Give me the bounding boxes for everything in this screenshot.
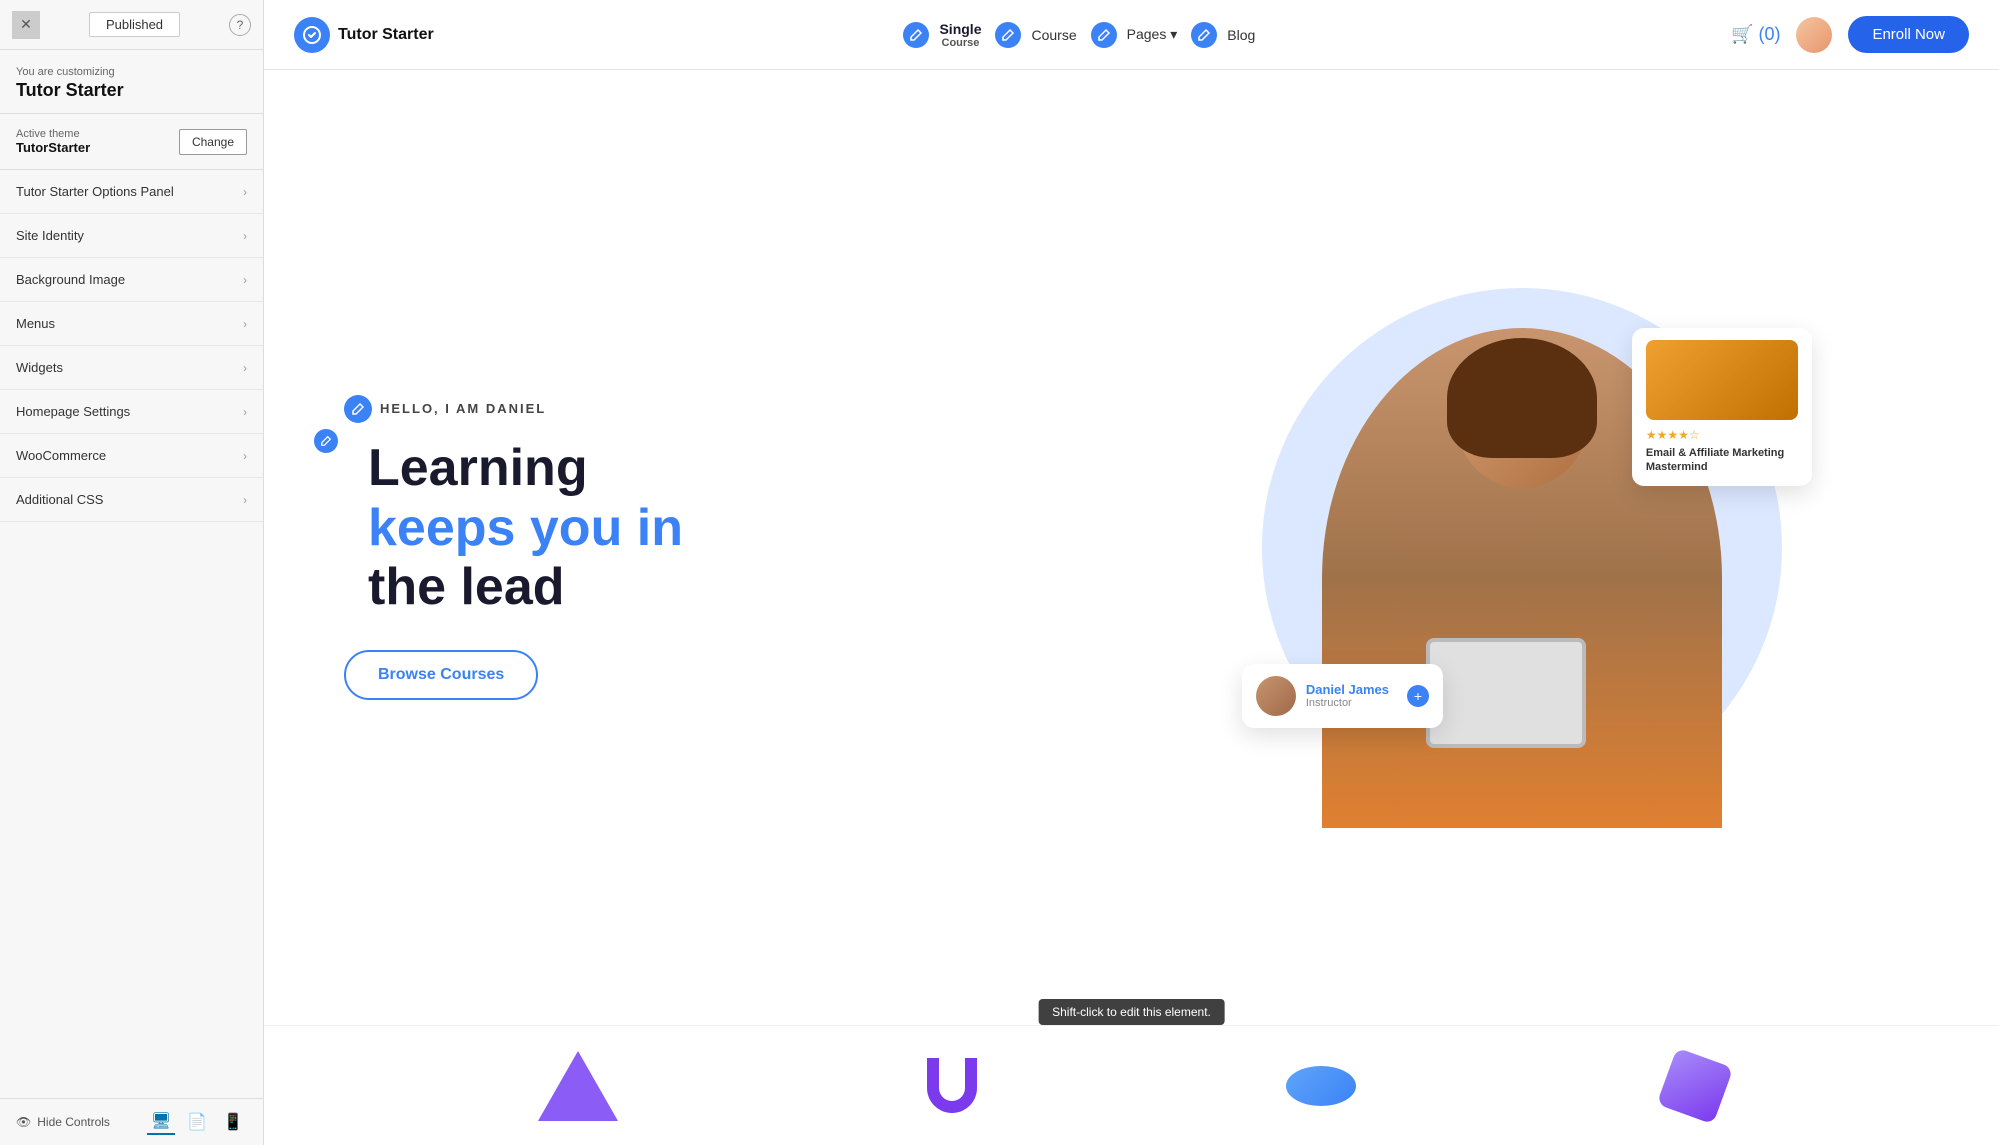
- brand: Tutor Starter: [294, 17, 434, 53]
- tablet: [1426, 638, 1586, 748]
- nav-single-course-edit[interactable]: [903, 22, 929, 48]
- nav-item-site-identity[interactable]: Site Identity ›: [0, 214, 263, 258]
- hero-section: HELLO, I AM DANIEL Learning keeps you in…: [264, 70, 1999, 1025]
- help-button[interactable]: ?: [229, 14, 251, 36]
- theme-section: Active theme TutorStarter Change: [0, 114, 263, 170]
- nav-item-widgets[interactable]: Widgets ›: [0, 346, 263, 390]
- bottom-bar: 👁 Hide Controls 🖥 📄 📱: [0, 1098, 263, 1145]
- active-theme-name: TutorStarter: [16, 140, 90, 155]
- active-theme-label: Active theme: [16, 128, 90, 140]
- user-avatar[interactable]: [1796, 17, 1832, 53]
- shape-hook: [927, 1058, 977, 1113]
- customizing-label: You are customizing: [16, 66, 247, 78]
- hero-content: HELLO, I AM DANIEL Learning keeps you in…: [344, 395, 683, 700]
- nav-item-label-site-identity: Site Identity: [16, 228, 84, 243]
- browse-courses-button[interactable]: Browse Courses: [344, 650, 538, 700]
- shape-triangle: [538, 1051, 618, 1121]
- nav-item-chevron-menus: ›: [243, 317, 247, 331]
- hero-line1: Learning: [368, 439, 588, 497]
- customizer-panel: ✕ Published ? You are customizing Tutor …: [0, 0, 264, 1145]
- customizing-title: Tutor Starter: [16, 80, 247, 101]
- cart-icon[interactable]: 🛒 (0): [1731, 24, 1780, 45]
- nav-blog-edit[interactable]: [1191, 22, 1217, 48]
- floating-instructor-card: Daniel James Instructor +: [1242, 664, 1443, 728]
- nav-item-chevron-additional-css: ›: [243, 493, 247, 507]
- course-card-title: Email & Affiliate Marketing Mastermind: [1646, 446, 1798, 475]
- nav-item-label-homepage-settings: Homepage Settings: [16, 404, 130, 419]
- nav-single-label: Single: [939, 21, 981, 37]
- hero-line3: the lead: [368, 558, 565, 616]
- nav-pages-link[interactable]: Pages ▾: [1121, 22, 1184, 47]
- star-rating: ★★★★☆: [1646, 428, 1798, 442]
- nav-course-link[interactable]: Course: [1025, 23, 1082, 47]
- nav-links: Single Course Course Pages ▾: [903, 17, 1261, 53]
- close-button[interactable]: ✕: [12, 11, 40, 39]
- nav-pages-edit[interactable]: [1091, 22, 1117, 48]
- enroll-now-button[interactable]: Enroll Now: [1848, 16, 1969, 53]
- nav-item-chevron-site-identity: ›: [243, 229, 247, 243]
- desktop-view-button[interactable]: 🖥: [147, 1109, 175, 1135]
- hide-controls-label: Hide Controls: [37, 1115, 110, 1129]
- hero-image-area: ★★★★☆ Email & Affiliate Marketing Master…: [1045, 70, 1999, 1025]
- nav-items-list: Tutor Starter Options Panel › Site Ident…: [0, 170, 263, 1098]
- course-card-image: [1646, 340, 1798, 420]
- instructor-name: Daniel James: [1306, 682, 1389, 697]
- nav-item-chevron-homepage-settings: ›: [243, 405, 247, 419]
- nav-item-woocommerce[interactable]: WooCommerce ›: [0, 434, 263, 478]
- change-theme-button[interactable]: Change: [179, 129, 247, 155]
- device-switcher: 🖥 📄 📱: [147, 1109, 247, 1135]
- nav-pages-wrapper: Pages ▾: [1091, 22, 1184, 48]
- person-hair: [1447, 338, 1597, 458]
- nav-item-label-tutor-starter-options: Tutor Starter Options Panel: [16, 184, 174, 199]
- nav-single-course-wrapper: Single Course: [903, 17, 987, 53]
- site-nav: Tutor Starter Single Course: [264, 0, 1999, 70]
- nav-right: 🛒 (0) Enroll Now: [1731, 16, 1969, 53]
- hello-text: HELLO, I AM DANIEL: [380, 401, 546, 416]
- nav-item-homepage-settings[interactable]: Homepage Settings ›: [0, 390, 263, 434]
- published-badge: Published: [89, 12, 180, 37]
- shapes-area: [264, 1025, 1999, 1145]
- hide-controls-button[interactable]: 👁 Hide Controls: [16, 1115, 110, 1129]
- nav-item-additional-css[interactable]: Additional CSS ›: [0, 478, 263, 522]
- instructor-plus-icon[interactable]: +: [1407, 685, 1429, 707]
- nav-course-sub: Course: [942, 37, 980, 49]
- nav-item-background-image[interactable]: Background Image ›: [0, 258, 263, 302]
- nav-item-tutor-starter-options[interactable]: Tutor Starter Options Panel ›: [0, 170, 263, 214]
- nav-item-label-additional-css: Additional CSS: [16, 492, 103, 507]
- nav-item-label-widgets: Widgets: [16, 360, 63, 375]
- hero-heading: Learning keeps you in the lead: [368, 439, 683, 618]
- shift-click-tooltip: Shift-click to edit this element.: [1038, 999, 1225, 1025]
- hello-edit-dot[interactable]: [344, 395, 372, 423]
- nav-item-label-background-image: Background Image: [16, 272, 125, 287]
- floating-course-card: ★★★★☆ Email & Affiliate Marketing Master…: [1632, 328, 1812, 487]
- nav-item-chevron-widgets: ›: [243, 361, 247, 375]
- eye-icon: 👁: [16, 1115, 31, 1129]
- nav-item-label-menus: Menus: [16, 316, 55, 331]
- hello-tag: HELLO, I AM DANIEL: [344, 395, 683, 423]
- hero-heading-edit[interactable]: [314, 429, 338, 453]
- instructor-avatar: [1256, 676, 1296, 716]
- mobile-view-button[interactable]: 📱: [219, 1109, 247, 1135]
- customizing-section: You are customizing Tutor Starter: [0, 50, 263, 114]
- nav-item-chevron-tutor-starter-options: ›: [243, 185, 247, 199]
- shape-disc: [1286, 1066, 1356, 1106]
- nav-course-edit[interactable]: [995, 22, 1021, 48]
- main-preview-area: Tutor Starter Single Course: [264, 0, 1999, 1145]
- brand-name: Tutor Starter: [338, 26, 434, 44]
- customizer-header: ✕ Published ?: [0, 0, 263, 50]
- nav-single-course-link[interactable]: Single Course: [933, 17, 987, 53]
- nav-item-label-woocommerce: WooCommerce: [16, 448, 106, 463]
- nav-item-chevron-background-image: ›: [243, 273, 247, 287]
- brand-icon: [294, 17, 330, 53]
- nav-course-wrapper: Course: [995, 22, 1082, 48]
- nav-item-chevron-woocommerce: ›: [243, 449, 247, 463]
- hero-line2: keeps you in: [368, 499, 683, 557]
- tablet-view-button[interactable]: 📄: [183, 1109, 211, 1135]
- shape-cube: [1656, 1047, 1733, 1124]
- nav-item-menus[interactable]: Menus ›: [0, 302, 263, 346]
- nav-blog-link[interactable]: Blog: [1221, 23, 1261, 47]
- nav-blog-wrapper: Blog: [1191, 22, 1261, 48]
- instructor-role: Instructor: [1306, 697, 1389, 709]
